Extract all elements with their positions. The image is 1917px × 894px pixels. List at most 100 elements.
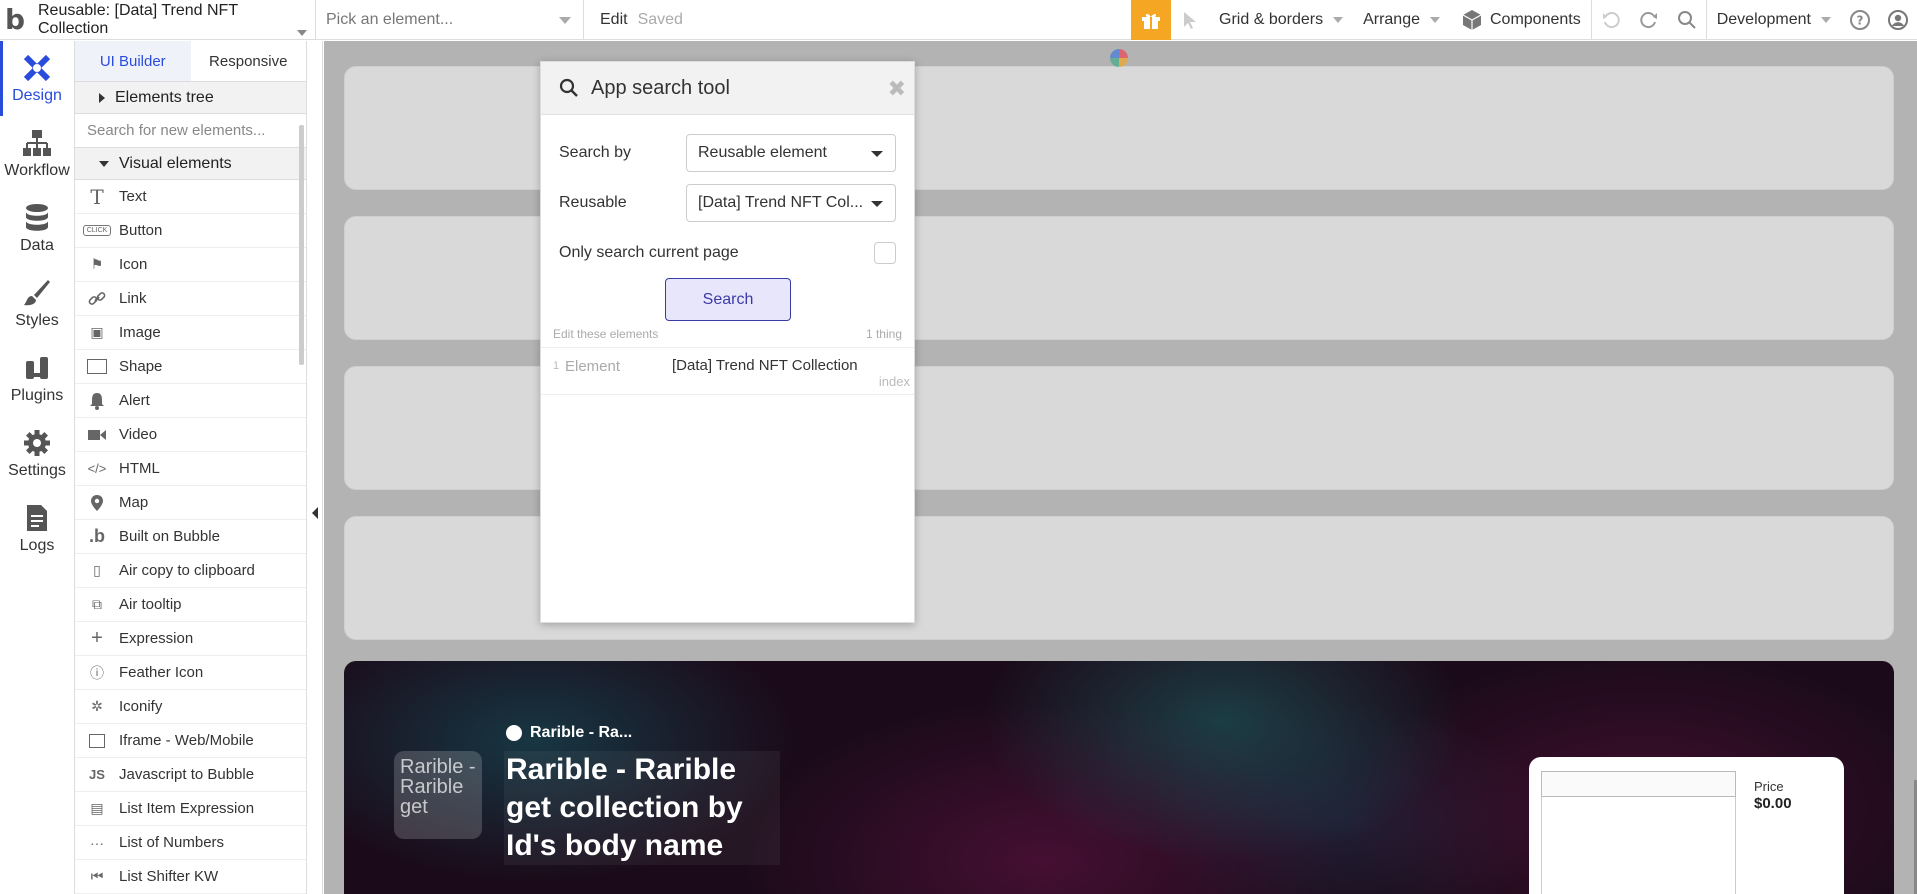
grid-borders-button[interactable]: Grid & borders xyxy=(1209,0,1353,40)
selector-button[interactable] xyxy=(1171,0,1209,40)
price-label: Price xyxy=(1754,779,1784,794)
panel-scrollbar[interactable] xyxy=(299,125,304,365)
element-label: Button xyxy=(119,222,163,239)
element-label: List Item Expression xyxy=(119,800,255,817)
nav-workflow[interactable]: Workflow xyxy=(0,116,74,191)
only-current-page-checkbox[interactable] xyxy=(874,242,896,264)
svg-text:?: ? xyxy=(1857,13,1864,27)
version-selector[interactable]: Development xyxy=(1707,0,1841,40)
button-icon: CLICK xyxy=(82,225,112,236)
element-item-video[interactable]: Video xyxy=(75,418,306,452)
element-item-map[interactable]: Map xyxy=(75,486,306,520)
search-button[interactable] xyxy=(1668,0,1706,40)
code-icon: </> xyxy=(87,461,107,476)
element-list: T Text CLICK Button ⚑ Icon Link ▣ Image Shap… xyxy=(75,180,306,894)
caret-left-icon xyxy=(312,507,318,519)
element-item-alert[interactable]: Alert xyxy=(75,384,306,418)
bubble-logo-icon[interactable]: b xyxy=(0,0,30,40)
tab-responsive[interactable]: Responsive xyxy=(191,41,307,81)
element-search-input[interactable]: Search for new elements... xyxy=(75,114,306,148)
element-item-list-item-expression[interactable]: ▤ List Item Expression xyxy=(75,792,306,826)
undo-button[interactable] xyxy=(1592,0,1630,40)
element-item-built-on-bubble[interactable]: .b Built on Bubble xyxy=(75,520,306,554)
chevron-down-icon xyxy=(871,201,883,207)
nft-hero-banner[interactable]: Rarible - Rarible get Rarible - Ra... Ra… xyxy=(344,661,1894,894)
element-item-expression[interactable]: + Expression xyxy=(75,622,306,656)
element-label: Air copy to clipboard xyxy=(119,562,255,579)
components-label: Components xyxy=(1490,10,1581,28)
design-icon xyxy=(23,54,51,81)
top-toolbar: b Reusable: [Data] Trend NFT Collection … xyxy=(0,0,1917,40)
account-button[interactable] xyxy=(1879,0,1917,40)
element-item-link[interactable]: Link xyxy=(75,282,306,316)
saved-status: Saved xyxy=(637,10,683,28)
only-current-page-label: Only search current page xyxy=(559,244,739,261)
element-label: Video xyxy=(119,426,158,443)
search-by-dropdown[interactable]: Reusable element xyxy=(686,134,896,172)
chevron-down-icon xyxy=(559,16,571,24)
collection-title[interactable]: Rarible - Rarible get collection by Id's… xyxy=(504,751,780,865)
element-item-air-tooltip[interactable]: ⧉ Air tooltip xyxy=(75,588,306,622)
search-button[interactable]: Search xyxy=(665,278,791,321)
tab-ui-builder[interactable]: UI Builder xyxy=(75,41,191,81)
close-icon[interactable]: ✖ xyxy=(888,76,906,102)
element-item-list-of-numbers[interactable]: ··· List of Numbers xyxy=(75,826,306,860)
nav-data[interactable]: Data xyxy=(0,191,74,266)
help-button[interactable]: ? xyxy=(1841,0,1879,40)
redo-button[interactable] xyxy=(1630,0,1668,40)
nav-settings[interactable]: Settings xyxy=(0,416,74,491)
element-label: Text xyxy=(119,188,147,205)
elements-tree-label: Elements tree xyxy=(115,88,214,106)
version-label: Development xyxy=(1716,10,1811,28)
elements-tree-toggle[interactable]: Elements tree xyxy=(75,82,306,114)
element-label: Alert xyxy=(119,392,150,409)
element-item-icon[interactable]: ⚑ Icon xyxy=(75,248,306,282)
arrange-label: Arrange xyxy=(1363,10,1420,28)
result-row[interactable]: 1 Element [Data] Trend NFT Collection in… xyxy=(541,347,914,395)
element-item-html[interactable]: </> HTML xyxy=(75,452,306,486)
nav-styles[interactable]: Styles xyxy=(0,266,74,341)
element-label: List Shifter KW xyxy=(119,868,219,885)
element-item-shape[interactable]: Shape xyxy=(75,350,306,384)
dots-icon: ··· xyxy=(90,834,104,851)
current-page-row: Only search current page xyxy=(559,234,896,272)
element-item-air-copy[interactable]: ▯ Air copy to clipboard xyxy=(75,554,306,588)
broken-image-icon xyxy=(1541,771,1736,797)
edit-menu[interactable]: Edit xyxy=(584,11,638,29)
page-selector[interactable]: Reusable: [Data] Trend NFT Collection xyxy=(30,0,316,40)
result-number: 1 xyxy=(553,360,560,372)
element-item-javascript[interactable]: JS Javascript to Bubble xyxy=(75,758,306,792)
element-item-iframe[interactable]: Iframe - Web/Mobile xyxy=(75,724,306,758)
nav-plugins[interactable]: Plugins xyxy=(0,341,74,416)
element-item-button[interactable]: CLICK Button xyxy=(75,214,306,248)
bell-icon xyxy=(85,392,109,410)
creator-label[interactable]: Rarible - Ra... xyxy=(506,724,632,742)
element-item-feather-icon[interactable]: ⓘ Feather Icon xyxy=(75,656,306,690)
element-label: Built on Bubble xyxy=(119,528,220,545)
element-item-iconify[interactable]: ✲ Iconify xyxy=(75,690,306,724)
components-button[interactable]: Components xyxy=(1450,0,1591,40)
nav-logs[interactable]: Logs xyxy=(0,491,74,566)
price-card[interactable]: Price $0.00 xyxy=(1529,757,1844,894)
visual-elements-toggle[interactable]: Visual elements xyxy=(75,148,306,180)
element-item-text[interactable]: T Text xyxy=(75,180,306,214)
collection-thumbnail[interactable]: Rarible - Rarible get xyxy=(394,751,482,839)
avatar xyxy=(506,725,522,741)
result-name[interactable]: [Data] Trend NFT Collection xyxy=(672,357,858,374)
gift-button[interactable] xyxy=(1131,0,1172,40)
caret-down-icon xyxy=(99,160,109,167)
iframe-icon xyxy=(85,733,109,748)
dialog-title: App search tool xyxy=(591,76,730,99)
element-item-image[interactable]: ▣ Image xyxy=(75,316,306,350)
shape-icon xyxy=(85,359,109,374)
reusable-dropdown[interactable]: [Data] Trend NFT Col... xyxy=(686,184,896,222)
creator-name: Rarible - Ra... xyxy=(530,724,633,741)
arrange-button[interactable]: Arrange xyxy=(1353,0,1450,40)
nav-label: Settings xyxy=(8,461,66,479)
nav-label: Data xyxy=(20,236,54,254)
panel-collapse-handle[interactable] xyxy=(307,41,323,894)
nav-design[interactable]: Design xyxy=(0,41,74,116)
element-picker[interactable]: Pick an element... xyxy=(316,0,584,40)
element-label: Image xyxy=(119,324,161,341)
element-item-list-shifter[interactable]: ⏮ List Shifter KW xyxy=(75,860,306,894)
